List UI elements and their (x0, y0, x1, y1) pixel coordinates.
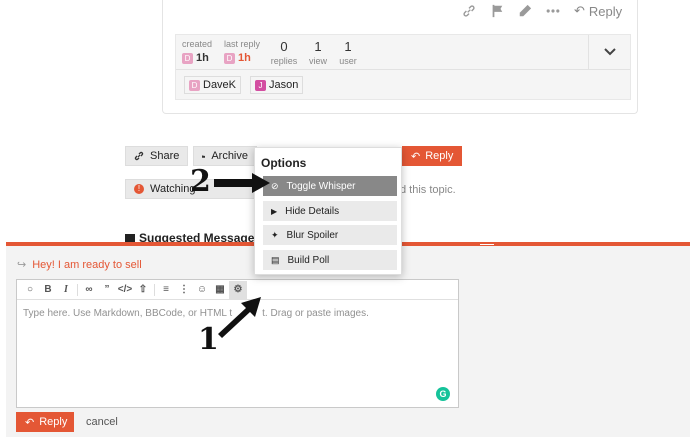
emoji-icon[interactable]: ☺ (193, 281, 211, 299)
annotation-number-2: 2 (190, 164, 211, 199)
reply-arrow-icon: ↶ (25, 416, 35, 429)
reply-arrow-icon: ↶ (411, 150, 421, 163)
options-title: Options (261, 156, 307, 170)
notification-text: d this topic. (400, 184, 456, 196)
avatar: J (255, 79, 266, 91)
post-reply-button[interactable]: ↶ Reply (574, 3, 622, 19)
avatar: D (224, 52, 235, 64)
bullet-list-icon[interactable]: ≡ (157, 281, 175, 299)
edit-icon[interactable] (518, 4, 532, 18)
magic-icon: ✦ (271, 229, 279, 240)
topic-map: created D 1h last reply D 1h 0 replies 1… (175, 34, 631, 100)
hide-details-option[interactable]: ▶ Hide Details (263, 201, 397, 221)
flag-icon[interactable] (490, 4, 504, 18)
numbered-list-icon[interactable]: ⋮ (175, 281, 193, 299)
last-reply-value[interactable]: D 1h (224, 52, 260, 64)
link-icon (134, 151, 144, 161)
chevron-down-icon (603, 48, 616, 56)
annotation-arrow-2 (214, 173, 270, 193)
options-popup: Options ⊘ Toggle Whisper ▶ Hide Details … (254, 147, 402, 275)
last-reply-label: last reply (224, 39, 261, 49)
build-poll-option[interactable]: ▤ Build Poll (263, 250, 397, 270)
created-value[interactable]: D 1h (182, 52, 212, 64)
avatar: D (189, 79, 200, 91)
user-chip-davek[interactable]: D DaveK (184, 76, 242, 94)
replies-stat: 0 replies (270, 39, 298, 66)
link-icon[interactable] (462, 4, 476, 18)
user-chip-jason[interactable]: J Jason (250, 76, 304, 94)
footer-reply-button[interactable]: ↶ Reply (402, 146, 463, 166)
divider (176, 69, 630, 70)
created-column: created D 1h (182, 39, 212, 64)
more-icon[interactable] (546, 4, 560, 18)
link-icon[interactable]: ∞ (80, 281, 98, 299)
grammarly-icon[interactable]: G (436, 387, 450, 401)
blur-spoiler-option[interactable]: ✦ Blur Spoiler (263, 225, 397, 245)
caret-right-icon: ▶ (271, 206, 278, 216)
users-stat: 1 user (339, 39, 357, 66)
chart-icon: ▤ (271, 254, 280, 265)
toolbar-divider (154, 283, 155, 296)
blockquote-icon[interactable]: ” (98, 281, 116, 299)
quote-icon[interactable]: ○ (21, 281, 39, 299)
editor-placeholder: Type here. Use Markdown, BBCode, or HTML… (23, 308, 369, 319)
submit-reply-button[interactable]: ↶ Reply (16, 412, 74, 432)
toolbar-divider (77, 283, 78, 296)
cancel-link[interactable]: cancel (86, 416, 118, 428)
toggle-whisper-option[interactable]: ⊘ Toggle Whisper (263, 176, 397, 196)
annotation-arrow-1 (218, 297, 261, 338)
reply-arrow-icon: ↪ (17, 259, 27, 271)
post-actions: ↶ Reply (462, 2, 622, 20)
upload-icon[interactable]: ⇧ (134, 281, 152, 299)
last-reply-column: last reply D 1h (224, 39, 260, 64)
reply-arrow-icon: ↶ (574, 3, 585, 18)
expand-topic-map-button[interactable] (588, 35, 630, 69)
bold-icon[interactable]: B (39, 281, 57, 299)
grippie[interactable] (480, 244, 494, 245)
reply-to: ↪ Hey! I am ready to sell (17, 258, 142, 272)
share-button[interactable]: Share (125, 146, 189, 166)
watching-icon: ! (134, 184, 144, 194)
eye-slash-icon: ⊘ (271, 180, 279, 191)
created-label: created (182, 39, 213, 49)
italic-icon[interactable]: I (57, 281, 75, 299)
code-icon[interactable]: </> (116, 281, 134, 299)
archive-button[interactable]: Archive (193, 146, 257, 166)
envelope-icon (125, 234, 135, 242)
avatar: D (182, 52, 193, 64)
folder-icon (202, 154, 206, 158)
